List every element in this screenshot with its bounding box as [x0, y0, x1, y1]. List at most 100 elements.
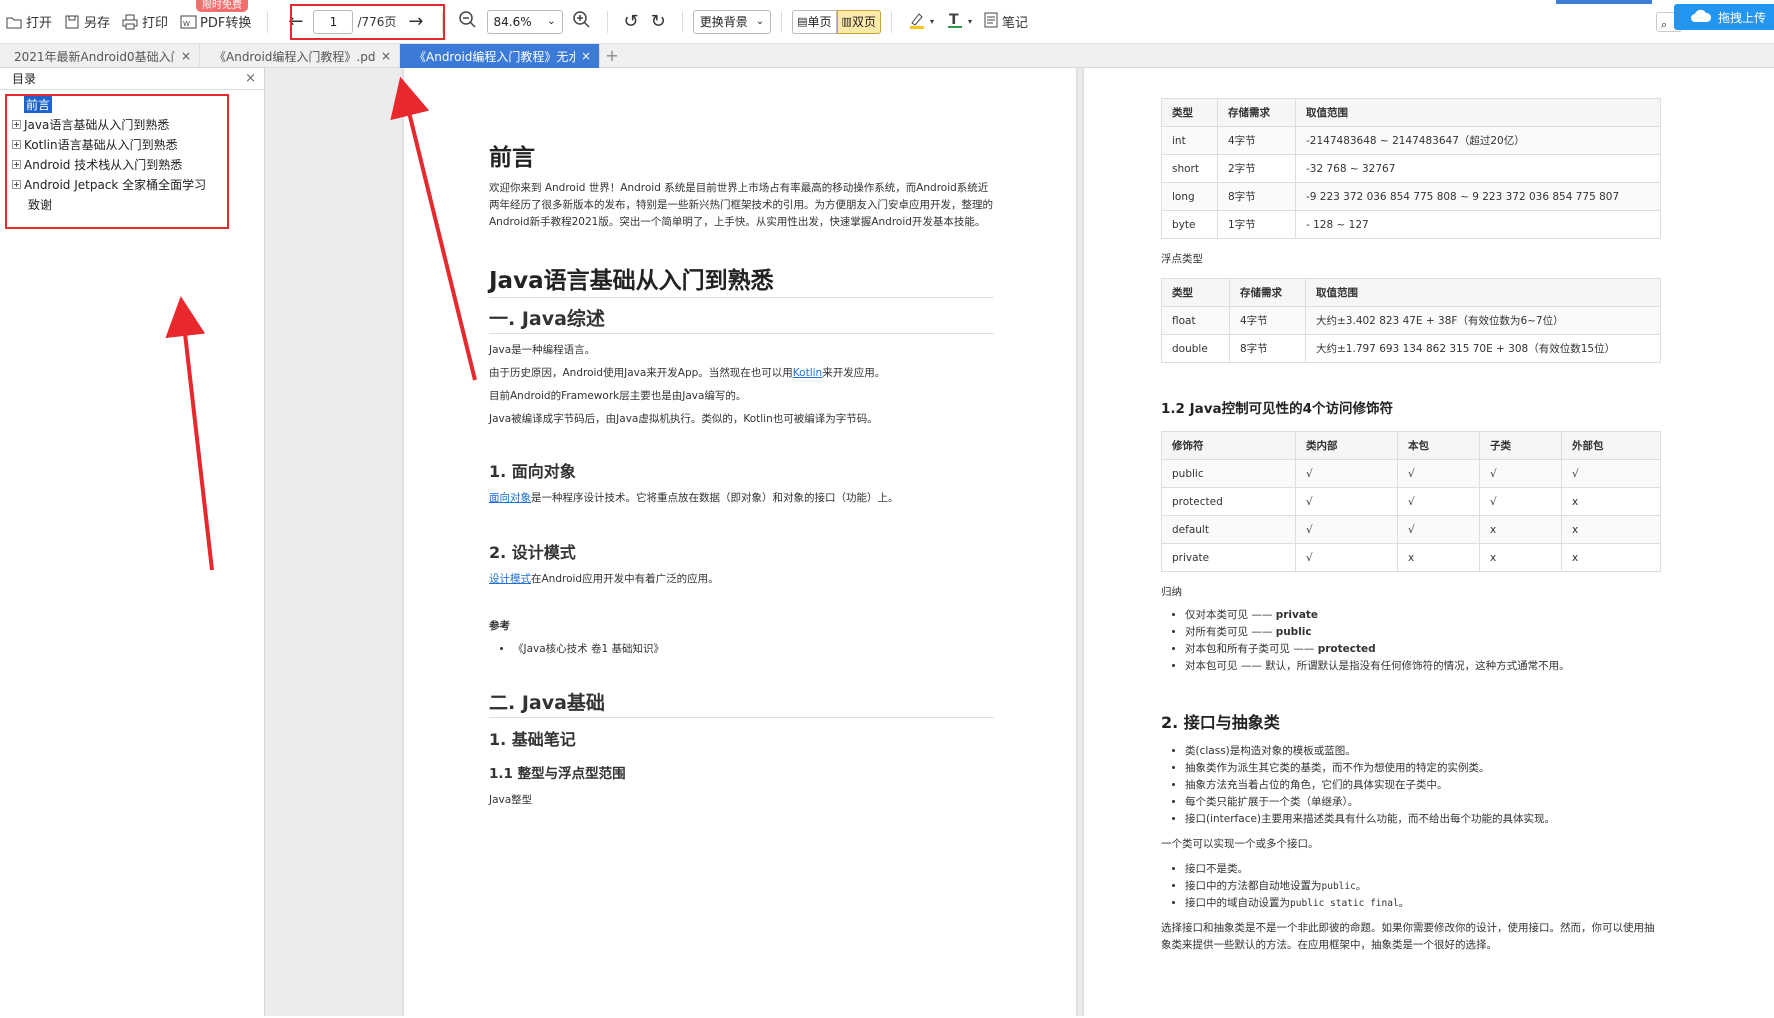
list-item: 接口中的域自动设置为public static final。 [1185, 895, 1661, 912]
double-page-button[interactable]: ▥ 双页 [836, 9, 881, 34]
table-cell: x [1397, 543, 1480, 572]
multi-interface-text: 一个类可以实现一个或多个接口。 [1161, 838, 1319, 850]
table-row: int 4字节 -2147483648 ~ 2147483647（超过20亿） [1161, 126, 1661, 155]
close-icon[interactable]: × [245, 71, 256, 86]
notes-label: 笔记 [1001, 16, 1028, 31]
outline-item-java[interactable]: Java语言基础从入门到熟悉 [0, 114, 264, 134]
oo-text: 面向对象是一种程序设计技术。它将重点放在数据（即对象）和对象的接口（功能）上。 [489, 490, 994, 507]
single-page-label: 单页 [807, 15, 832, 29]
table-cell: int [1161, 126, 1218, 155]
zoom-out-button[interactable] [453, 8, 483, 36]
print-icon [122, 14, 138, 30]
list-item: 接口不是类。 [1185, 861, 1661, 878]
table-cell: double [1161, 334, 1230, 363]
table-cell: √ [1561, 459, 1661, 488]
print-button[interactable]: 打印 [116, 8, 174, 36]
text-color-button[interactable]: T ▾ [940, 8, 978, 36]
tab-doc-2[interactable]: 《Android编程入门教程》.pdf × [200, 44, 400, 68]
table-cell: 1字节 [1217, 210, 1296, 239]
highlight-button[interactable]: ▾ [902, 8, 940, 36]
tab-doc-1[interactable]: 2021年最新Android0基础入门 × [0, 44, 200, 68]
open-label: 打开 [26, 16, 53, 31]
upload-button[interactable]: 拖拽上传 [1674, 4, 1774, 30]
table-cell: x [1479, 515, 1562, 544]
outline-item-jetpack[interactable]: Android Jetpack 全家桶全面学习 [0, 174, 264, 194]
table-cell: long [1161, 182, 1218, 211]
outline-item-label: Java语言基础从入门到熟悉 [24, 117, 170, 132]
list-item: 接口中的方法都自动地设置为public。 [1185, 878, 1661, 895]
svg-text:W: W [183, 20, 190, 28]
summary-text: 对本包和所有子类可见 —— [1185, 643, 1318, 655]
table-cell: 8字节 [1217, 182, 1296, 211]
table-cell: 4字节 [1229, 306, 1306, 335]
pdf-page-right: 类型 存储需求 取值范围 int 4字节 -2147483648 ~ 21474… [1084, 68, 1774, 1016]
page-content: 类型 存储需求 取值范围 int 4字节 -2147483648 ~ 21474… [1161, 98, 1661, 954]
saveas-button[interactable]: 另存 [58, 8, 116, 36]
oo-link[interactable]: 面向对象 [489, 492, 531, 504]
range-heading: 1.1 整型与浮点型范围 [489, 766, 626, 782]
toolbar-divider [781, 10, 783, 33]
kotlin-link[interactable]: Kotlin [793, 367, 822, 379]
prev-page-button[interactable]: ← [278, 8, 313, 36]
expand-icon[interactable] [12, 179, 21, 189]
close-icon[interactable]: × [181, 49, 191, 63]
print-label: 打印 [142, 16, 169, 31]
close-icon[interactable]: × [581, 49, 591, 63]
overview-p2-b: 来开发应用。 [822, 367, 886, 379]
access-table: 修饰符 类内部 本包 子类 外部包 public √ √ √ √ protect… [1161, 431, 1661, 572]
zoom-select[interactable]: 84.6% ⌄ [486, 9, 563, 34]
outline-item-kotlin[interactable]: Kotlin语言基础从入门到熟悉 [0, 134, 264, 154]
expand-icon[interactable] [12, 119, 21, 129]
rotate-left-button[interactable]: ↺ [618, 8, 645, 36]
change-background-select[interactable]: 更换背景 ⌄ [692, 9, 772, 34]
table-header-row: 类型 存储需求 取值范围 [1161, 98, 1661, 127]
table-cell: byte [1161, 210, 1218, 239]
chevron-down-icon: ▾ [967, 17, 972, 26]
outline-item-label: Android Jetpack 全家桶全面学习 [24, 177, 207, 192]
sidebar-title: 目录 [12, 72, 37, 86]
table-header: 子类 [1479, 431, 1562, 460]
table-cell: public [1161, 459, 1296, 488]
chevron-down-icon: ⌄ [755, 16, 765, 27]
open-icon [6, 14, 22, 30]
list-item: 对本包可见 —— 默认，所谓默认是指没有任何修饰符的情况，这种方式通常不用。 [1185, 658, 1661, 675]
pdf-convert-icon: W [180, 14, 197, 30]
list-item: 抽象类作为派生其它类的基类，而不作为想使用的特定的实例类。 [1185, 760, 1661, 777]
table-header-row: 类型 存储需求 取值范围 [1161, 278, 1661, 307]
single-page-button[interactable]: ▤ 单页 [792, 9, 837, 34]
page-total: /776页 [357, 15, 397, 29]
tab-label: 《Android编程入门教程》.pdf [214, 49, 375, 64]
notes-button[interactable]: 笔记 [978, 8, 1034, 36]
dp-link[interactable]: 设计模式 [489, 573, 531, 585]
zoom-in-button[interactable] [567, 8, 597, 36]
expand-icon[interactable] [12, 139, 21, 149]
outline-item-preface[interactable]: 前言 [0, 94, 264, 114]
table-header: 存储需求 [1229, 278, 1306, 307]
new-tab-button[interactable]: + [600, 44, 624, 67]
outline-sidebar: 目录 × 前言 Java语言基础从入门到熟悉 Kotlin语言基础从入门到熟悉 … [0, 68, 265, 1016]
open-button[interactable]: 打开 [0, 8, 58, 36]
change-background-label: 更换背景 [699, 15, 748, 29]
page-number-input[interactable]: 1 [313, 9, 354, 34]
table-cell: 大约±1.797 693 134 862 315 70E + 308（有效位数1… [1305, 334, 1661, 363]
document-viewer[interactable]: 前言 欢迎你来到 Android 世界！Android 系统是目前世界上市场占有… [265, 68, 1774, 1016]
table-cell: protected [1161, 487, 1296, 516]
rotate-right-icon: ↻ [650, 11, 666, 32]
outline-item-label: 致谢 [28, 197, 53, 212]
rotate-right-button[interactable]: ↻ [645, 8, 672, 36]
next-page-button[interactable]: → [400, 8, 431, 36]
access-heading: 1.2 Java控制可见性的4个访问修饰符 [1161, 401, 1394, 417]
close-icon[interactable]: × [381, 49, 391, 63]
summary-list: 仅对本类可见 —— private 对所有类可见 —— public 对本包和所… [1161, 607, 1661, 675]
expand-icon[interactable] [12, 159, 21, 169]
outline-item-android-stack[interactable]: Android 技术栈从入门到熟悉 [0, 154, 264, 174]
table-header: 类型 [1161, 98, 1218, 127]
pdf-convert-label: PDF转换 [200, 16, 252, 31]
tab-doc-3[interactable]: 《Android编程入门教程》无水印 × [400, 44, 600, 68]
outline-item-thanks[interactable]: 致谢 [0, 194, 264, 214]
choose-text: 选择接口和抽象类是不是一个非此即彼的命题。如果你需要修改你的设计，使用接口。然而… [1161, 922, 1655, 951]
toolbar-divider [890, 10, 892, 33]
table-row: public √ √ √ √ [1161, 459, 1661, 488]
highlighter-icon [908, 11, 926, 33]
ref-heading: 参考 [489, 620, 510, 632]
